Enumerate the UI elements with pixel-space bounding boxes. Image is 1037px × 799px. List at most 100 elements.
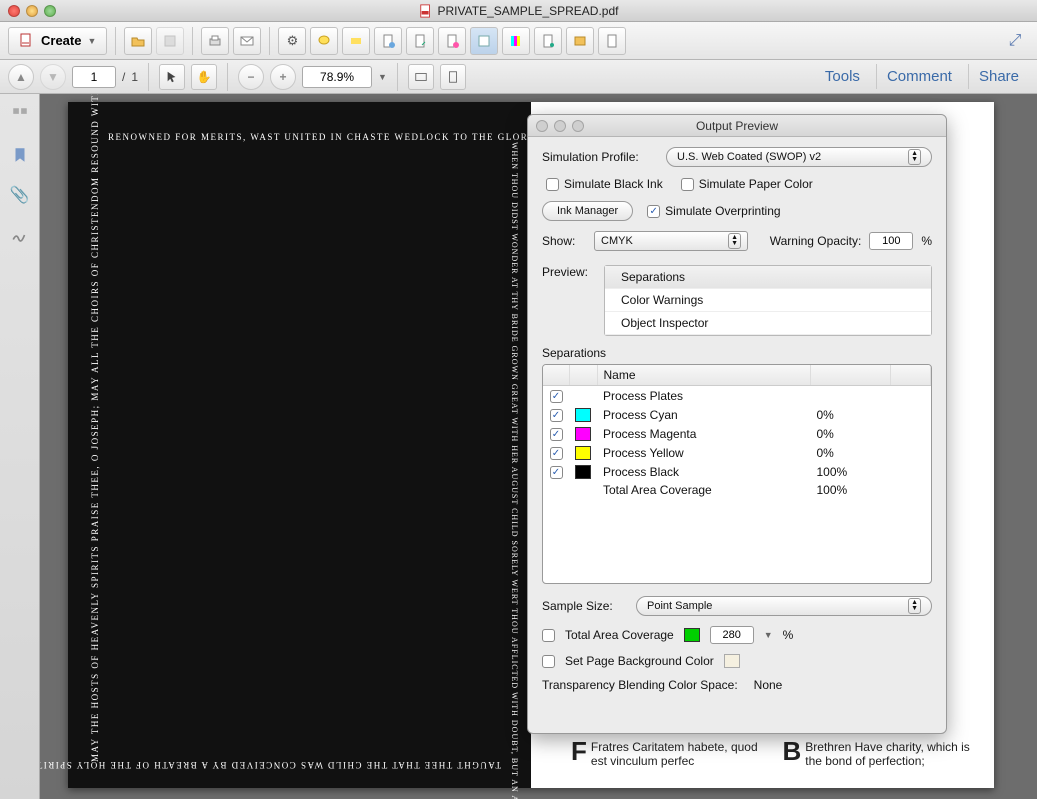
row-name: Total Area Coverage [597,481,811,499]
tools-panel-button[interactable]: Tools [815,64,870,89]
doc-tool-6[interactable] [598,27,626,55]
doc-tool-2[interactable] [406,27,434,55]
table-row[interactable]: ✓ Process Black100% [543,462,931,481]
row-name: Process Yellow [597,443,811,462]
border-text-bottom: taught thee that the child was conceived… [108,760,501,770]
two-column-text: FFratres Caritatem habete, quod est vinc… [571,740,976,768]
row-checkbox[interactable]: ✓ [550,428,563,441]
border-text-right: when thou didst wonder at thy bride grow… [510,142,519,762]
fit-width-button[interactable] [408,64,434,90]
row-name: Process Black [597,462,811,481]
page-total: 1 [131,70,138,84]
save-button[interactable] [156,27,184,55]
simulate-overprinting-label: Simulate Overprinting [665,204,780,218]
simulate-black-ink-checkbox[interactable] [546,178,559,191]
color-swatch [575,465,591,479]
row-checkbox[interactable]: ✓ [550,466,563,479]
create-button[interactable]: Create ▼ [8,27,107,55]
thumbnails-icon[interactable] [9,104,31,126]
minus-icon: − [248,70,255,84]
zoom-dropdown-icon[interactable]: ▼ [378,72,387,82]
attachments-icon[interactable]: 📎 [9,184,31,206]
bookmarks-icon[interactable] [9,144,31,166]
set-page-bg-checkbox[interactable] [542,655,555,668]
table-row[interactable]: ✓ Process Yellow0% [543,443,931,462]
tac-value-input[interactable] [710,626,754,644]
hand-tool-button[interactable]: ✋ [191,64,217,90]
arrow-up-icon: ▲ [15,70,27,84]
window-title-text: PRIVATE_SAMPLE_SPREAD.pdf [438,4,619,18]
row-pct [811,386,891,406]
table-row[interactable]: Total Area Coverage100% [543,481,931,499]
preflight-button[interactable] [470,27,498,55]
page-sep: / [122,70,125,84]
color-swatch [575,446,591,460]
prev-page-button[interactable]: ▲ [8,64,34,90]
doc-tool-3[interactable] [438,27,466,55]
simulate-paper-color-checkbox[interactable] [681,178,694,191]
tab-object-inspector[interactable]: Object Inspector [605,312,931,335]
output-preview-button[interactable] [502,27,530,55]
simulate-paper-color-label: Simulate Paper Color [699,177,813,191]
hand-icon: ✋ [197,70,212,84]
preview-tabs: Separations Color Warnings Object Inspec… [604,265,932,336]
sim-profile-select[interactable]: U.S. Web Coated (SWOP) v2 ▲▼ [666,147,932,167]
row-checkbox[interactable]: ✓ [550,447,563,460]
open-button[interactable] [124,27,152,55]
fullscreen-button[interactable]: ⤢ [1001,27,1029,55]
doc-tool-4[interactable] [534,27,562,55]
page-bg-swatch[interactable] [724,654,740,668]
color-swatch [575,408,591,422]
dialog-titlebar[interactable]: Output Preview [528,115,946,137]
table-row[interactable]: ✓Process Cyan0% [543,405,931,424]
border-text-left: may the hosts of heavenly spirits praise… [90,142,100,762]
next-page-button[interactable]: ▼ [40,64,66,90]
fit-page-button[interactable] [440,64,466,90]
print-button[interactable] [201,27,229,55]
tab-separations[interactable]: Separations [605,266,931,289]
left-sidebar: 📎 [0,94,40,799]
email-button[interactable] [233,27,261,55]
transparency-blending-label: Transparency Blending Color Space: [542,678,738,692]
row-checkbox[interactable]: ✓ [550,409,563,422]
warning-opacity-input[interactable] [869,232,913,250]
separations-title: Separations [542,346,932,360]
sim-profile-value: U.S. Web Coated (SWOP) v2 [677,151,821,163]
updown-icon: ▲▼ [908,598,921,614]
zoom-in-button[interactable]: + [270,64,296,90]
comment-panel-button[interactable]: Comment [876,64,962,89]
share-panel-button[interactable]: Share [968,64,1029,89]
select-tool-button[interactable] [159,64,185,90]
row-pct: 100% [811,462,891,481]
doc-tool-1[interactable] [374,27,402,55]
table-row[interactable]: ✓Process Plates [543,386,931,406]
gear-button[interactable]: ⚙ [278,27,306,55]
page-left-spread: renowned for merits, wast united in chas… [68,102,531,788]
window-titlebar: PRIVATE_SAMPLE_SPREAD.pdf [0,0,1037,22]
latin-text: Fratres Caritatem habete, quod est vincu… [591,740,758,768]
simulate-overprinting-checkbox[interactable]: ✓ [647,205,660,218]
ink-manager-button[interactable]: Ink Manager [542,201,633,221]
row-checkbox[interactable]: ✓ [550,390,563,403]
table-row[interactable]: ✓Process Magenta0% [543,424,931,443]
highlight-button[interactable] [342,27,370,55]
row-pct: 0% [811,405,891,424]
show-select[interactable]: CMYK ▲▼ [594,231,748,251]
row-pct: 0% [811,443,891,462]
create-label: Create [41,33,81,48]
comment-tool-button[interactable] [310,27,338,55]
zoom-out-button[interactable]: − [238,64,264,90]
tac-color-swatch[interactable] [684,628,700,642]
doc-tool-5[interactable] [566,27,594,55]
page-number-input[interactable] [72,66,116,88]
show-label: Show: [542,234,586,248]
separations-table: Name ✓Process Plates✓Process Cyan0%✓Proc… [542,364,932,584]
signatures-icon[interactable] [9,224,31,246]
row-name: Process Magenta [597,424,811,443]
zoom-input[interactable] [302,66,372,88]
tac-dropdown-icon[interactable]: ▼ [764,630,773,640]
tab-color-warnings[interactable]: Color Warnings [605,289,931,312]
total-area-coverage-checkbox[interactable] [542,629,555,642]
sample-size-select[interactable]: Point Sample ▲▼ [636,596,932,616]
show-value: CMYK [601,235,633,247]
